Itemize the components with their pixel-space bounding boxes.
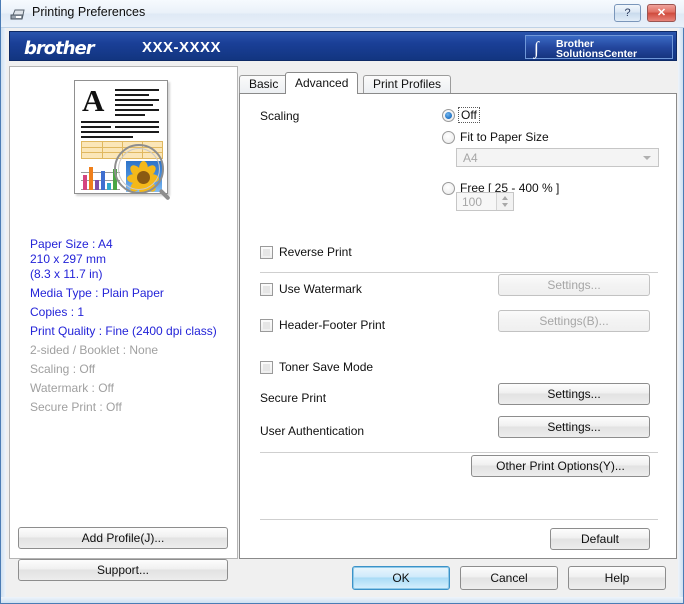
summary-item: 210 x 297 mm bbox=[30, 252, 107, 266]
summary-item: Scaling : Off bbox=[30, 362, 96, 376]
default-button[interactable]: Default bbox=[550, 528, 650, 550]
preview-letter-a: A bbox=[82, 83, 105, 118]
window-title: Printing Preferences bbox=[32, 5, 146, 19]
reverse-print-label[interactable]: Reverse Print bbox=[279, 245, 352, 259]
printing-preferences-window: Printing Preferences ? ✕ brother XXX-XXX… bbox=[0, 0, 684, 604]
header-footer-print-checkbox[interactable] bbox=[260, 319, 273, 332]
add-profile-button[interactable]: Add Profile(J)... bbox=[18, 527, 228, 549]
scaling-label: Scaling bbox=[260, 109, 300, 123]
summary-item: Watermark : Off bbox=[30, 381, 115, 395]
swoosh-icon: ∫ bbox=[534, 38, 539, 58]
title-bar: Printing Preferences ? ✕ bbox=[1, 0, 684, 28]
preview-panel: A Paper Size: A4 210 x 297 mm (8.3 x 11… bbox=[9, 66, 238, 559]
use-watermark-label[interactable]: Use Watermark bbox=[279, 282, 362, 296]
separator bbox=[260, 272, 658, 273]
titlebar-close-button[interactable]: ✕ bbox=[647, 4, 676, 22]
watermark-settings-button[interactable]: Settings... bbox=[498, 274, 650, 296]
help-button[interactable]: Help bbox=[568, 566, 666, 590]
scaling-fit-to-paper-label[interactable]: Fit to Paper Size bbox=[460, 130, 549, 144]
tab-basic[interactable]: Basic bbox=[239, 75, 289, 93]
summary-item: Copies : 1 bbox=[30, 305, 85, 319]
magnifier-icon bbox=[114, 144, 164, 194]
magnifier-lens bbox=[118, 148, 160, 190]
printer-model-name: XXX-XXXX bbox=[142, 39, 222, 56]
free-scale-value: 100 bbox=[462, 195, 483, 209]
free-scale-spinner[interactable]: 100 bbox=[456, 192, 514, 211]
summary-item: Media Type : Plain Paper bbox=[30, 286, 164, 300]
user-authentication-label: User Authentication bbox=[260, 424, 365, 438]
printer-icon bbox=[10, 9, 25, 20]
scaling-off-label[interactable]: Off bbox=[458, 107, 480, 123]
toner-save-mode-label[interactable]: Toner Save Mode bbox=[279, 360, 373, 374]
secure-print-label: Secure Print bbox=[260, 391, 327, 405]
spinner-up-icon[interactable] bbox=[502, 196, 508, 200]
brother-logo: brother bbox=[24, 38, 95, 59]
settings-summary-list: Paper Size : A4 210 x 297 mm (8.3 x 11.7… bbox=[30, 237, 230, 415]
summary-item: Paper Size : A4 bbox=[30, 237, 113, 251]
header-footer-settings-button[interactable]: Settings(B)... bbox=[498, 310, 650, 332]
ok-button[interactable]: OK bbox=[352, 566, 450, 590]
document-preview-thumbnail: A bbox=[58, 80, 182, 198]
window-frame-right bbox=[678, 0, 683, 603]
cancel-button[interactable]: Cancel bbox=[460, 566, 558, 590]
toner-save-mode-checkbox[interactable] bbox=[260, 361, 273, 374]
window-frame-left bbox=[1, 0, 6, 603]
summary-item: Print Quality : Fine (2400 dpi class) bbox=[30, 324, 217, 338]
tab-advanced[interactable]: Advanced bbox=[285, 72, 359, 94]
scaling-fit-to-paper-radio[interactable] bbox=[442, 131, 455, 144]
separator bbox=[260, 519, 658, 520]
separator bbox=[260, 452, 658, 453]
spinner-down-icon[interactable] bbox=[502, 203, 508, 207]
window-frame-bottom bbox=[1, 597, 683, 603]
spinner-buttons[interactable] bbox=[496, 193, 513, 210]
secure-print-settings-button[interactable]: Settings... bbox=[498, 383, 650, 405]
paper-size-value: A4 bbox=[463, 151, 478, 165]
summary-item: Secure Print : Off bbox=[30, 400, 122, 414]
titlebar-help-button[interactable]: ? bbox=[614, 4, 641, 22]
scaling-free-radio[interactable] bbox=[442, 182, 455, 195]
scaling-off-radio[interactable] bbox=[442, 109, 455, 122]
paper-size-dropdown[interactable]: A4 bbox=[456, 148, 659, 167]
chevron-down-icon bbox=[643, 156, 651, 160]
solutions-center-line2: SolutionsCenter bbox=[556, 48, 638, 60]
header-footer-print-label[interactable]: Header-Footer Print bbox=[279, 318, 385, 332]
tab-print-profiles[interactable]: Print Profiles bbox=[363, 75, 452, 93]
user-authentication-settings-button[interactable]: Settings... bbox=[498, 416, 650, 438]
use-watermark-checkbox[interactable] bbox=[260, 283, 273, 296]
support-button[interactable]: Support... bbox=[18, 559, 228, 581]
brand-banner: brother XXX-XXXX ∫ Brother SolutionsCent… bbox=[9, 31, 677, 61]
brother-solutions-center-button[interactable]: ∫ Brother SolutionsCenter bbox=[525, 35, 673, 60]
reverse-print-checkbox[interactable] bbox=[260, 246, 273, 259]
summary-item: 2-sided / Booklet : None bbox=[30, 343, 159, 357]
other-print-options-button[interactable]: Other Print Options(Y)... bbox=[471, 455, 650, 477]
summary-item: (8.3 x 11.7 in) bbox=[30, 267, 103, 281]
